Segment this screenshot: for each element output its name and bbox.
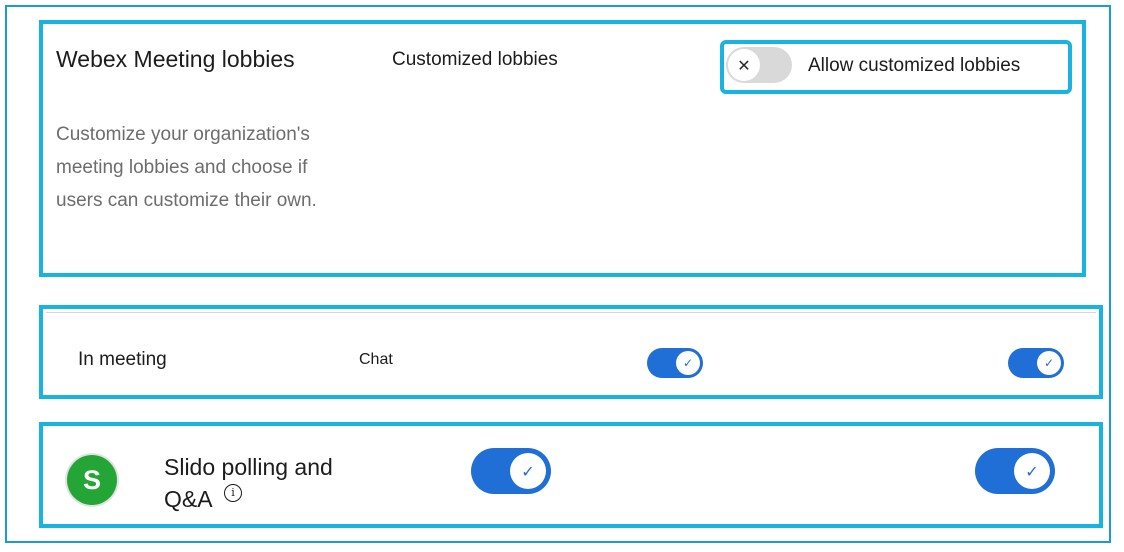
- customized-lobbies-label: Customized lobbies: [392, 49, 558, 70]
- slido-avatar-letter: S: [82, 464, 101, 495]
- check-icon: ✓: [1014, 453, 1050, 489]
- lobbies-description: Customize your organization's meeting lo…: [56, 124, 317, 211]
- check-icon: ✓: [510, 453, 546, 489]
- check-icon: ✓: [1037, 351, 1061, 375]
- allow-customized-lobbies-toggle[interactable]: ✕: [726, 47, 792, 83]
- chat-toggle-1[interactable]: ✓: [647, 348, 703, 378]
- check-icon: ✓: [676, 351, 700, 375]
- lobbies-title: Webex Meeting lobbies: [56, 46, 295, 72]
- slido-toggle-1[interactable]: ✓: [471, 448, 551, 494]
- in-meeting-title: In meeting: [78, 349, 167, 370]
- chat-toggle-2[interactable]: ✓: [1008, 348, 1064, 378]
- x-icon: ✕: [728, 49, 760, 81]
- info-icon[interactable]: i: [224, 484, 242, 502]
- in-meeting-row: [46, 312, 1096, 393]
- slido-title: Slido polling and Q&A: [164, 454, 333, 512]
- allow-customized-lobbies-label: Allow customized lobbies: [808, 55, 1021, 76]
- chat-label: Chat: [359, 351, 393, 368]
- slido-toggle-2[interactable]: ✓: [975, 448, 1055, 494]
- slido-logo-icon: S: [67, 455, 117, 505]
